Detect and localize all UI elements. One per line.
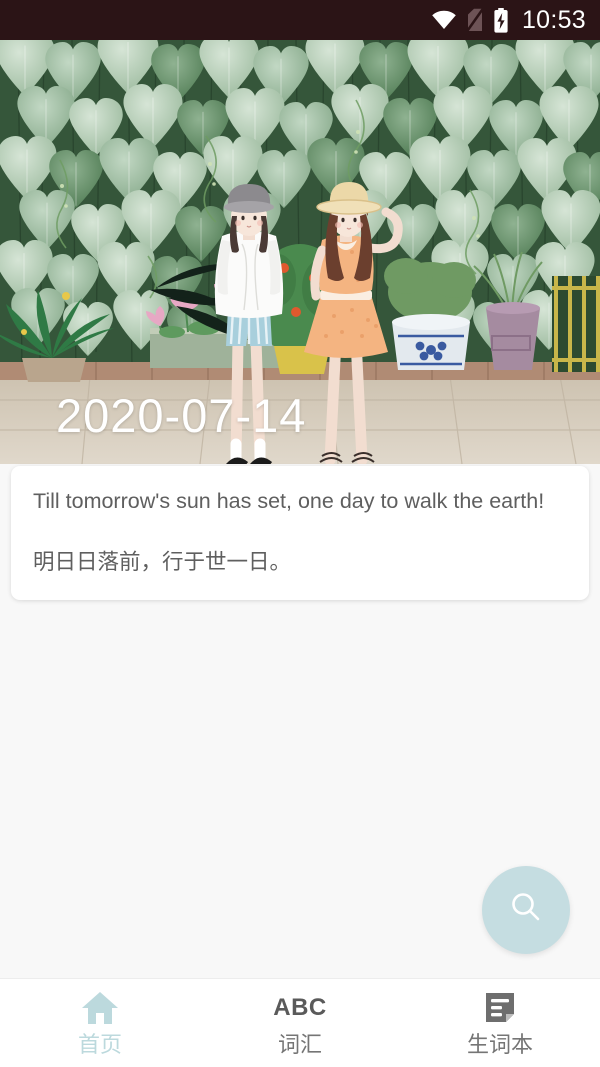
note-icon bbox=[482, 989, 518, 1027]
nav-label-home: 首页 bbox=[77, 1032, 122, 1057]
search-icon bbox=[506, 888, 546, 933]
status-bar: 10:53 bbox=[0, 0, 600, 40]
nav-item-vocabulary[interactable]: ABC 词汇 bbox=[200, 979, 400, 1067]
nav-label-wordbook: 生词本 bbox=[466, 1032, 533, 1057]
bottom-navigation-bar: 首页 ABC 词汇 生词本 bbox=[0, 978, 600, 1067]
abc-icon: ABC bbox=[273, 994, 327, 1021]
sim-card-off-icon bbox=[465, 8, 484, 32]
quote-english-text: Till tomorrow's sun has set, one day to … bbox=[33, 489, 545, 513]
daily-hero-image[interactable]: 2020-07-14 bbox=[0, 40, 600, 464]
nav-label-vocabulary: 词汇 bbox=[277, 1032, 322, 1057]
wifi-icon bbox=[431, 10, 457, 30]
nav-item-home[interactable]: 首页 bbox=[0, 979, 200, 1067]
battery-charging-icon bbox=[493, 7, 509, 33]
daily-quote-card[interactable]: Till tomorrow's sun has set, one day to … bbox=[11, 466, 589, 600]
quote-chinese-text: 明日日落前，行于世一日。 bbox=[33, 550, 292, 574]
hero-date-label: 2020-07-14 bbox=[56, 389, 307, 442]
app-screen: 10:53 2020-07-14 Till tomorrow's sun has… bbox=[0, 0, 600, 1067]
search-fab-button[interactable] bbox=[482, 866, 570, 954]
status-bar-clock: 10:53 bbox=[521, 5, 586, 34]
home-icon bbox=[81, 989, 119, 1027]
nav-item-wordbook[interactable]: 生词本 bbox=[400, 979, 600, 1067]
